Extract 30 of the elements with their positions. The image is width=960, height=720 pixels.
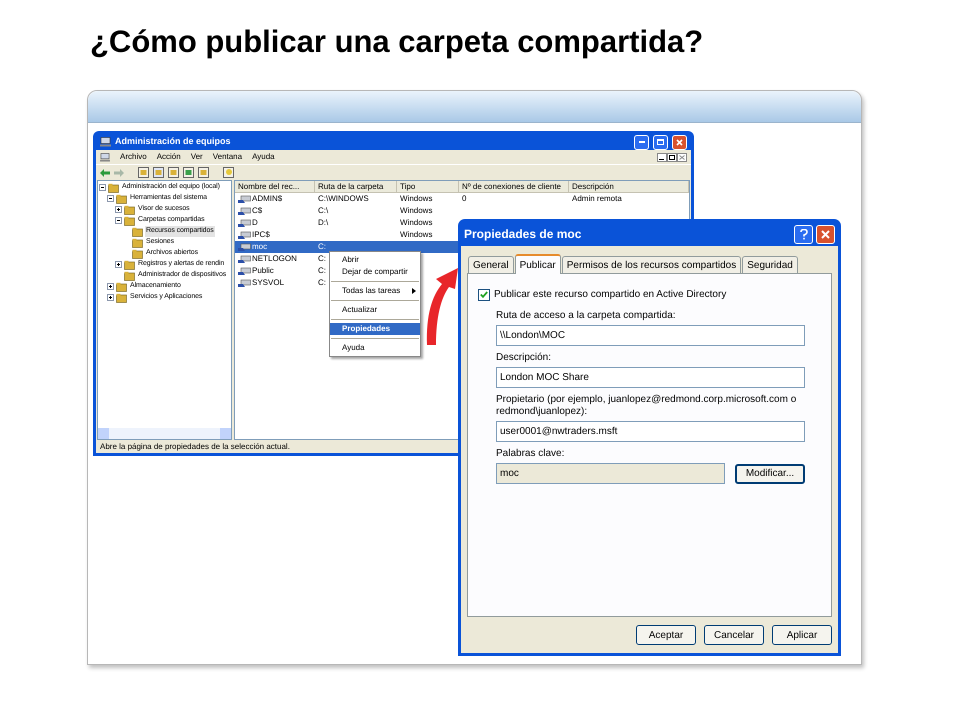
table-cell: NETLOGON [252,253,297,265]
table-cell: Windows [400,205,432,217]
table-cell: C: [318,265,326,277]
field-label: Descripción: [496,352,552,364]
table-cell: C:\ [318,205,328,217]
checkbox-label: Publicar este recurso compartido en Active Directory [494,288,726,302]
table-cell: ADMIN$ [252,193,282,205]
table-cell: IPC$ [252,229,270,241]
table-cell: D:\ [318,217,328,229]
table-cell: C: [318,277,326,289]
table-cell: Windows [400,217,432,229]
table-cell: 0 [462,193,466,205]
table-cell: C: [318,253,326,265]
dialog-title: Propiedades de moc [464,226,582,243]
table-cell: Public [252,265,274,277]
field-label: Ruta de acceso a la carpeta compartida: [496,310,677,322]
field-label: Propietario (por ejemplo, juanlopez@redmond.corp.microsoft.com o redmond\juanlopez): [496,394,798,418]
status-text: Abre la página de propiedades de la selección actual. [100,440,290,452]
table-cell: Admin remota [572,193,622,205]
table-cell: C$ [252,205,262,217]
table-cell: D [252,217,258,229]
table-cell: C: [318,241,326,253]
slide-title: ¿Cómo publicar una carpeta compartida? [90,23,704,61]
window-title: Administración de equipos [115,135,232,148]
table-cell: moc [252,241,268,253]
table-cell: Windows [400,229,432,241]
table-cell: Windows [400,193,432,205]
table-cell: SYSVOL [252,277,284,289]
field-label: Palabras clave: [496,448,566,460]
table-cell: C:\WINDOWS [318,193,369,205]
